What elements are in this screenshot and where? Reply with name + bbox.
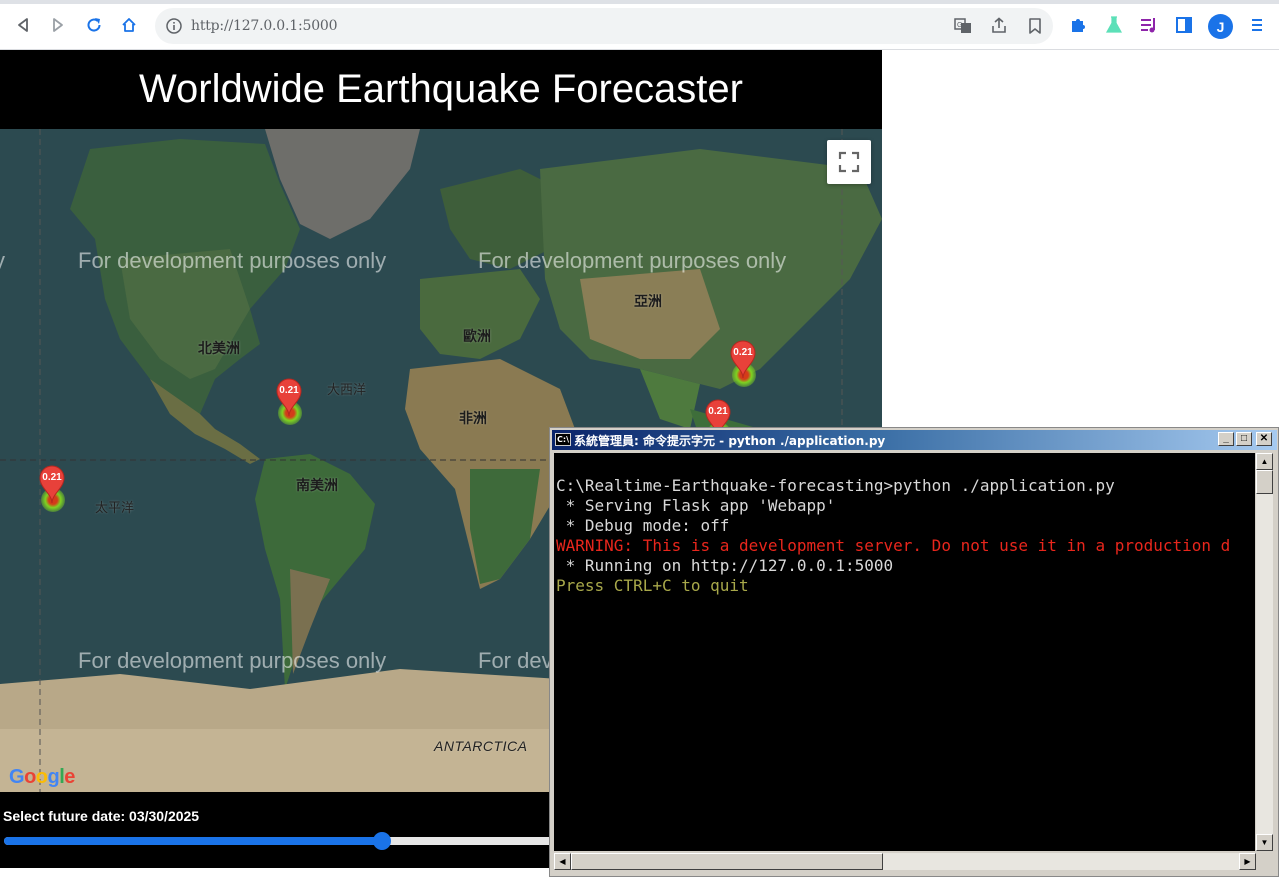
label-atlantic: 大西洋 [327,382,367,397]
label-pacific: 太平洋 [95,500,135,515]
menu-icon[interactable] [1247,15,1267,35]
close-button[interactable]: ✕ [1256,432,1272,446]
share-icon[interactable] [990,17,1008,35]
forecast-marker[interactable]: 0.21 [38,464,68,512]
scroll-left-button[interactable]: ◀ [554,853,571,870]
fullscreen-button[interactable] [827,140,871,184]
page-title: Worldwide Earthquake Forecaster [139,67,743,111]
cmd-icon: C:\ [555,433,571,446]
scroll-thumb[interactable] [1256,470,1273,494]
slider-fill [4,837,382,845]
dev-watermark: For development purposes only [78,648,387,673]
lab-flask-icon[interactable] [1104,15,1124,35]
console-line: * Debug mode: off [556,516,730,535]
bookmark-icon[interactable] [1026,17,1044,35]
back-icon [18,18,28,32]
translate-icon[interactable]: G [954,17,972,35]
slider-thumb[interactable] [373,832,391,850]
label-africa: 非洲 [459,410,487,426]
console-line: WARNING: This is a development server. D… [556,536,1231,555]
date-label: Select future date: 03/30/2025 [3,808,200,824]
reload-icon [87,18,101,32]
console-line: * Running on http://127.0.0.1:5000 [556,556,894,575]
profile-avatar[interactable]: J [1208,14,1233,39]
label-europe: 歐洲 [463,328,491,344]
command-prompt-window[interactable]: C:\ 系統管理員: 命令提示字元 - python ./application… [549,427,1279,877]
google-logo[interactable]: Google [9,766,75,789]
media-playlist-icon[interactable] [1139,15,1159,35]
console-titlebar[interactable]: C:\ 系統管理員: 命令提示字元 - python ./application… [552,430,1277,450]
scroll-right-button[interactable]: ▶ [1239,853,1256,870]
url-text[interactable]: http://127.0.0.1:5000 [191,18,338,34]
side-panel-icon[interactable] [1174,15,1194,35]
console-output[interactable]: C:\Realtime-Earthquake-forecasting>pytho… [554,453,1255,851]
browser-toolbar: http://127.0.0.1:5000 G J [0,0,1279,50]
maximize-button[interactable]: □ [1236,432,1252,446]
forecast-marker[interactable]: 0.21 [275,377,305,425]
forecast-marker[interactable]: 0.21 [729,339,759,387]
console-line: * Serving Flask app 'Webapp' [556,496,836,515]
svg-text:G: G [957,22,962,29]
back-button[interactable] [10,12,36,38]
dev-watermark: For development purposes only [478,248,787,273]
console-line: C:\Realtime-Earthquake-forecasting>pytho… [556,476,1115,495]
label-south-america: 南美洲 [296,477,338,493]
marker-value: 0.21 [279,385,299,396]
minimize-button[interactable]: _ [1218,432,1234,446]
home-button[interactable] [116,12,142,38]
marker-value: 0.21 [708,406,728,417]
reload-button[interactable] [81,12,107,38]
scroll-up-button[interactable]: ▲ [1256,453,1273,470]
label-north-america: 北美洲 [198,340,240,356]
map-pin-icon [276,378,302,417]
console-line: Press CTRL+C to quit [556,576,749,595]
forward-icon [53,18,63,32]
marker-value: 0.21 [42,472,62,483]
extensions-icon[interactable] [1068,15,1088,35]
site-info-icon[interactable] [166,18,182,34]
hscroll-thumb[interactable] [571,853,883,870]
dev-watermark-partial-left: y [0,248,5,274]
dev-watermark: For development purposes only [78,248,387,273]
page-header: Worldwide Earthquake Forecaster [0,50,882,129]
tab-strip [0,0,1279,4]
label-asia: 亞洲 [634,293,662,309]
map-pin-icon [730,340,756,379]
fullscreen-icon [838,151,860,173]
marker-value: 0.21 [733,347,753,358]
home-icon [122,18,136,32]
label-antarctica: ANTARCTICA [434,738,528,754]
forward-button[interactable] [45,12,71,38]
scroll-down-button[interactable]: ▼ [1256,834,1273,851]
map-pin-icon [39,465,65,504]
vertical-scrollbar[interactable]: ▲ ▼ [1256,453,1273,851]
horizontal-scrollbar[interactable]: ◀ ▶ [554,853,1256,870]
console-title-text: 系統管理員: 命令提示字元 - python ./application.py [574,433,886,448]
address-bar[interactable]: http://127.0.0.1:5000 G [155,8,1053,44]
